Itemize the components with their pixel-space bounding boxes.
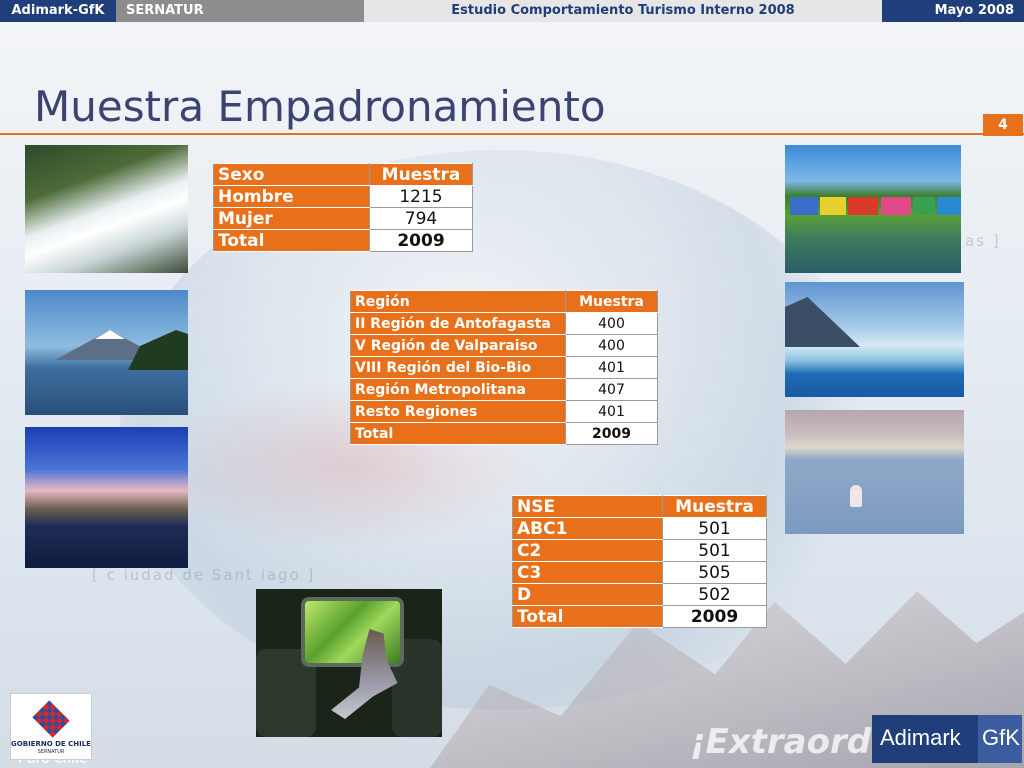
study-title: Estudio Comportamiento Turismo Interno 2… — [364, 0, 882, 22]
chile-star-icon — [32, 700, 70, 738]
company-label: Adimark-GfK — [0, 0, 116, 22]
row-value: 794 — [369, 207, 473, 230]
page-number-badge: 4 — [983, 114, 1023, 136]
house — [820, 197, 846, 215]
table-row: C2 501 — [512, 539, 767, 562]
gfk-wordmark: GfK — [982, 725, 1020, 750]
client-label: SERNATUR — [116, 0, 364, 22]
house — [881, 197, 911, 215]
adimark-gfk-logo: Adimark GfK — [872, 715, 1022, 763]
train-window-photo — [256, 589, 442, 737]
table-row: Región Metropolitana 407 — [350, 378, 658, 401]
volcano-lake-photo — [25, 290, 188, 415]
row-value: 505 — [662, 561, 767, 584]
sexo-table: Sexo Muestra Hombre 1215 Mujer 794 Total… — [213, 163, 473, 252]
column-header: Muestra — [565, 290, 658, 313]
background-brand-line: ¡Extraord — [690, 722, 872, 762]
waterfall-photo — [25, 145, 188, 273]
row-label: Mujer — [213, 207, 370, 230]
nse-table: NSE Muestra ABC1 501 C2 501 C3 505 D 502… — [512, 495, 767, 628]
column-header: NSE — [512, 495, 663, 518]
row-value: 400 — [565, 334, 658, 357]
column-header: Región — [350, 290, 566, 313]
total-label: Total — [350, 422, 566, 445]
total-value: 2009 — [662, 605, 767, 628]
row-label: ABC1 — [512, 517, 663, 540]
row-label: II Región de Antofagasta — [350, 312, 566, 335]
table-total-row: Total 2009 — [350, 422, 658, 445]
region-table: Región Muestra II Región de Antofagasta … — [350, 290, 658, 445]
row-label: D — [512, 583, 663, 606]
slide-title: Muestra Empadronamiento — [34, 82, 606, 131]
train-window — [301, 597, 404, 667]
row-label: V Región de Valparaiso — [350, 334, 566, 357]
table-header-row: Región Muestra — [350, 290, 658, 313]
house — [790, 197, 818, 215]
total-value: 2009 — [565, 422, 658, 445]
table-row: Hombre 1215 — [213, 185, 473, 208]
total-label: Total — [512, 605, 663, 628]
title-divider — [0, 133, 1024, 135]
table-header-row: NSE Muestra — [512, 495, 767, 518]
row-value: 501 — [662, 517, 767, 540]
row-value: 401 — [565, 400, 658, 423]
table-row: D 502 — [512, 583, 767, 606]
table-row: C3 505 — [512, 561, 767, 584]
house — [913, 197, 935, 215]
row-label: Hombre — [213, 185, 370, 208]
column-header: Muestra — [662, 495, 767, 518]
table-row: V Región de Valparaiso 400 — [350, 334, 658, 357]
table-row: VIII Región del Bio-Bio 401 — [350, 356, 658, 379]
flamingo — [850, 485, 862, 507]
glacier-photo — [785, 282, 964, 397]
house — [848, 197, 878, 215]
house — [937, 197, 961, 215]
top-bar: Adimark-GfK SERNATUR Estudio Comportamie… — [0, 0, 1024, 22]
row-label: VIII Región del Bio-Bio — [350, 356, 566, 379]
row-label: Región Metropolitana — [350, 378, 566, 401]
date-label: Mayo 2008 — [882, 0, 1024, 22]
coastal-city-photo — [25, 427, 188, 568]
table-row: Resto Regiones 401 — [350, 400, 658, 423]
row-value: 407 — [565, 378, 658, 401]
table-total-row: Total 2009 — [213, 229, 473, 252]
table-row: ABC1 501 — [512, 517, 767, 540]
total-label: Total — [213, 229, 370, 252]
gobierno-logo-line1: GOBIERNO DE CHILE — [11, 740, 91, 748]
stilt-houses-photo — [785, 145, 961, 273]
total-value: 2009 — [369, 229, 473, 252]
gfk-block: GfK — [978, 715, 1022, 763]
column-header: Muestra — [369, 163, 473, 186]
row-value: 400 — [565, 312, 658, 335]
flamingo-lagoon-photo — [785, 410, 964, 534]
row-value: 502 — [662, 583, 767, 606]
background-caption-city: [ c iudad de Sant iago ] — [92, 566, 316, 584]
row-label: Resto Regiones — [350, 400, 566, 423]
table-row: Mujer 794 — [213, 207, 473, 230]
table-total-row: Total 2009 — [512, 605, 767, 628]
row-label: C2 — [512, 539, 663, 562]
row-value: 501 — [662, 539, 767, 562]
mountain-shape — [785, 297, 860, 347]
row-value: 401 — [565, 356, 658, 379]
row-label: C3 — [512, 561, 663, 584]
column-header: Sexo — [213, 163, 370, 186]
gobierno-de-chile-logo: GOBIERNO DE CHILE SERNATUR — [10, 693, 92, 760]
table-row: II Región de Antofagasta 400 — [350, 312, 658, 335]
gobierno-logo-line2: SERNATUR — [37, 749, 65, 755]
volcano-snow — [95, 330, 125, 339]
row-value: 1215 — [369, 185, 473, 208]
adimark-wordmark: Adimark — [880, 725, 961, 750]
background-caption-right: as ] — [965, 232, 1001, 250]
table-header-row: Sexo Muestra — [213, 163, 473, 186]
